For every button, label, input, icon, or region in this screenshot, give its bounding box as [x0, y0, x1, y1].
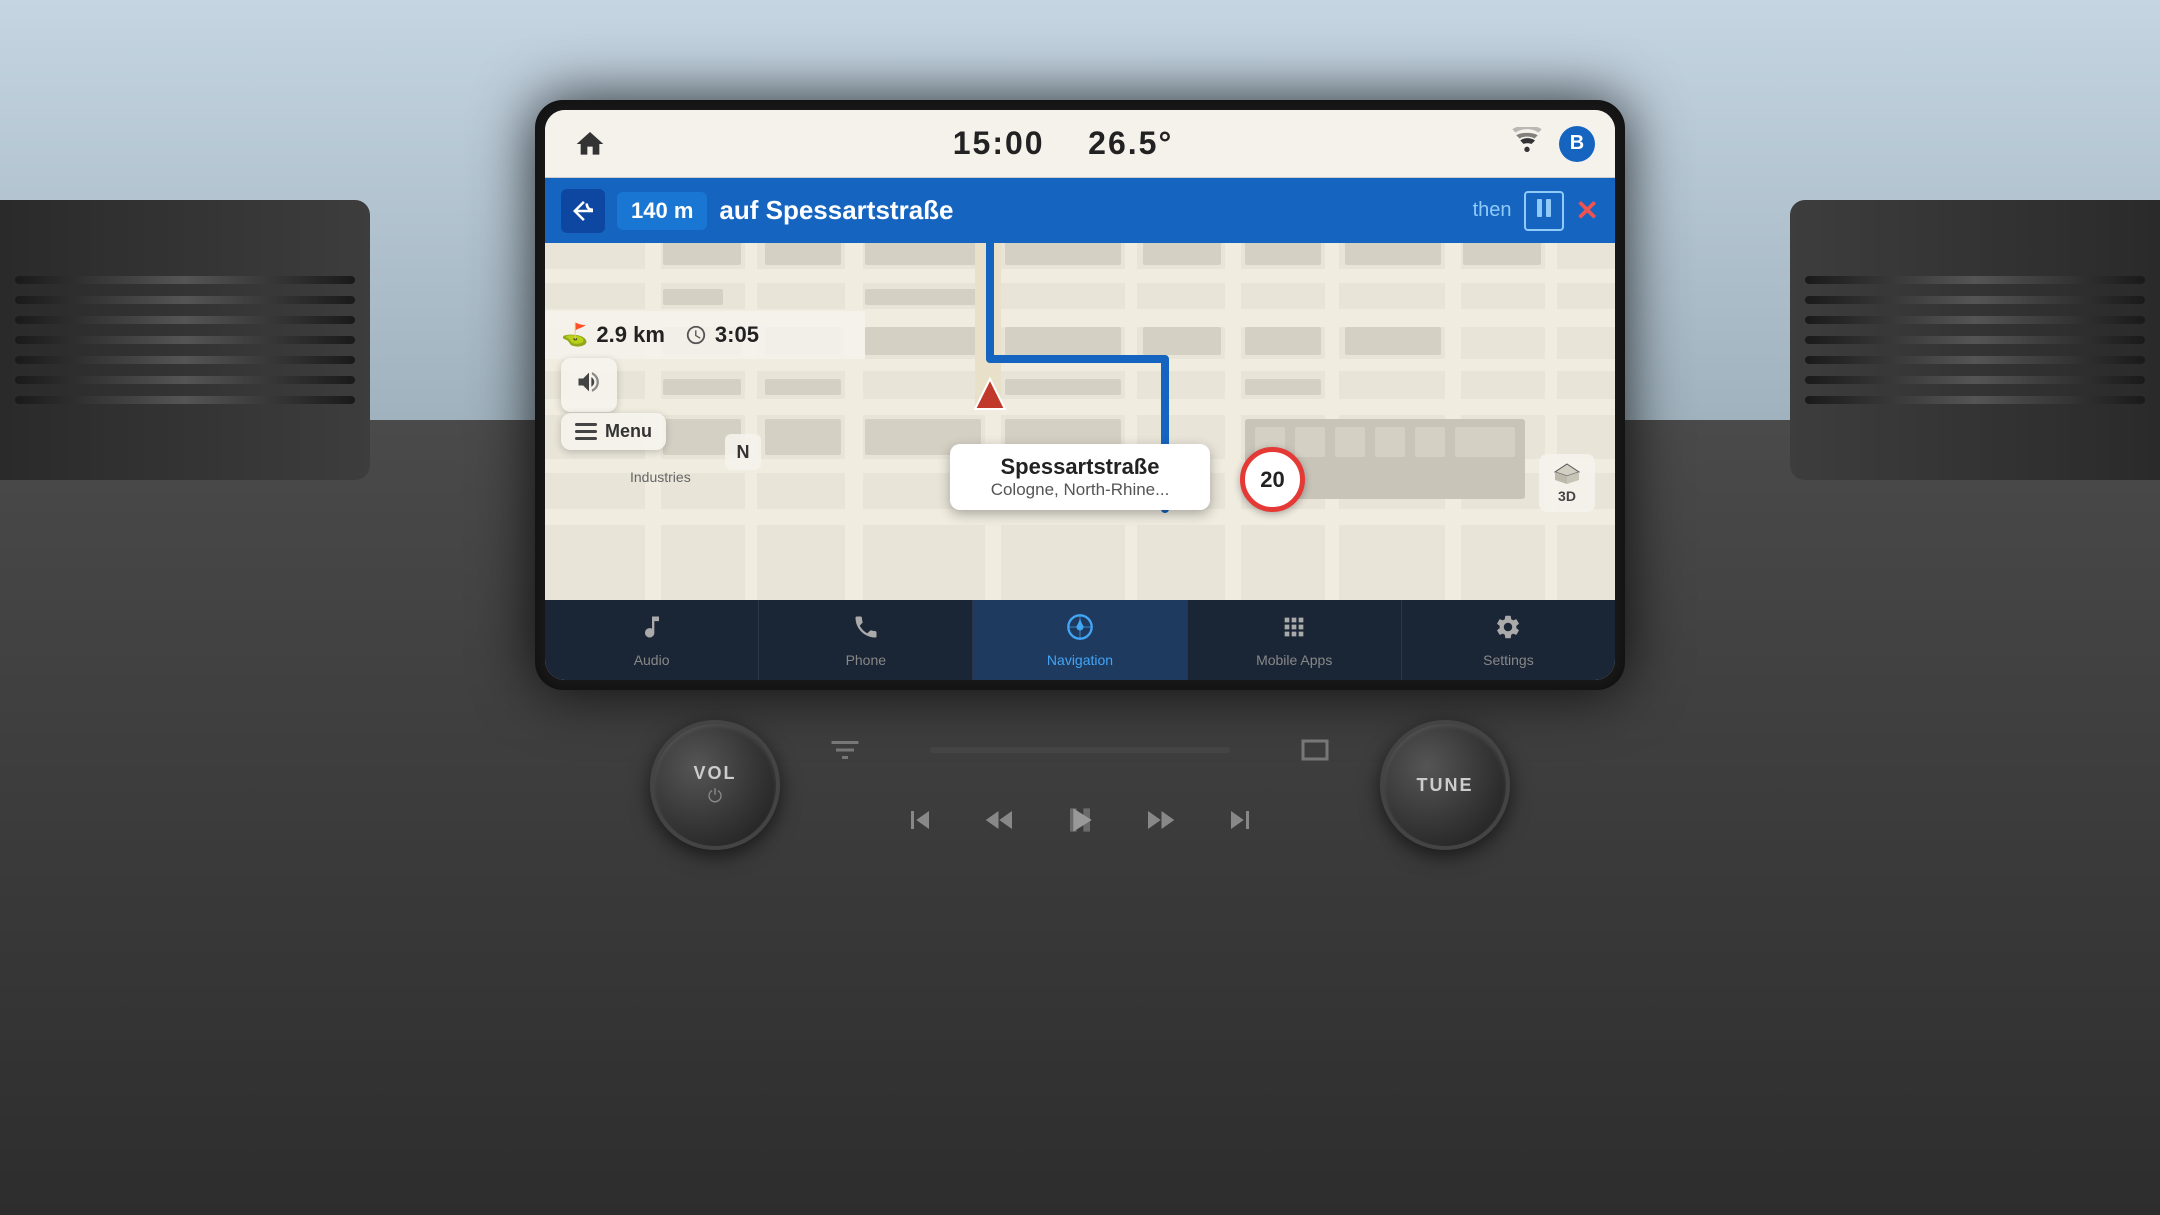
- rewind-button[interactable]: [975, 795, 1025, 845]
- vent-line: [1805, 396, 2145, 404]
- volume-button[interactable]: [561, 358, 617, 412]
- vent-line: [15, 336, 355, 344]
- home-button[interactable]: [565, 119, 615, 169]
- current-time: 15:00: [953, 125, 1045, 161]
- nav-item-phone[interactable]: Phone: [759, 600, 973, 680]
- nav-item-settings[interactable]: Settings: [1402, 600, 1615, 680]
- vent-line: [1805, 336, 2145, 344]
- right-vent: [1790, 200, 2160, 480]
- menu-button[interactable]: Menu: [561, 413, 666, 450]
- mobile-apps-label: Mobile Apps: [1256, 652, 1332, 668]
- infotainment-screen: 15:00 26.5° B: [545, 110, 1615, 680]
- checkered-flag-icon: ⛳: [561, 322, 588, 348]
- bottom-nav-bar: Audio Phone: [545, 600, 1615, 680]
- vent-line: [15, 396, 355, 404]
- equalizer-button[interactable]: [820, 725, 870, 775]
- settings-icon: [1494, 613, 1522, 648]
- speed-limit-value: 20: [1260, 467, 1284, 493]
- nav-item-mobile-apps[interactable]: Mobile Apps: [1188, 600, 1402, 680]
- phone-icon: [852, 613, 880, 648]
- speed-limit-sign: 20: [1240, 447, 1305, 512]
- vent-line: [15, 376, 355, 384]
- vent-line: [1805, 296, 2145, 304]
- location-banner: Spessartstraße Cologne, North-Rhine...: [950, 444, 1210, 510]
- map-label-industries: Industries: [630, 469, 691, 485]
- turn-direction-icon: [561, 189, 605, 233]
- vent-line: [15, 316, 355, 324]
- mobile-apps-icon: [1280, 613, 1308, 648]
- settings-label: Settings: [1483, 652, 1534, 668]
- navigation-label: Navigation: [1047, 652, 1113, 668]
- media-section: [820, 725, 1340, 845]
- next-turn-icon: [1524, 191, 1564, 231]
- header-icons: B: [1511, 126, 1595, 162]
- audio-label: Audio: [634, 652, 670, 668]
- vent-line: [15, 276, 355, 284]
- 3d-view-button[interactable]: 3D: [1539, 454, 1595, 512]
- tune-label: TUNE: [1417, 775, 1474, 796]
- location-city-name: Cologne, North-Rhine...: [970, 480, 1190, 500]
- vol-label: VOL: [693, 763, 736, 784]
- physical-controls: VOL ⏻: [380, 720, 1780, 850]
- north-indicator: N: [725, 434, 761, 470]
- playback-controls: [895, 795, 1265, 845]
- nav-item-navigation[interactable]: Navigation: [973, 600, 1187, 680]
- route-time: 3:05: [685, 322, 759, 348]
- bluetooth-icon: B: [1559, 126, 1595, 162]
- screen-toggle-button[interactable]: [1290, 725, 1340, 775]
- then-label: then: [1473, 199, 1512, 222]
- vent-line: [1805, 276, 2145, 284]
- vent-line: [15, 356, 355, 364]
- next-track-button[interactable]: [1215, 795, 1265, 845]
- volume-knob[interactable]: VOL ⏻: [650, 720, 780, 850]
- route-info-bar: ⛳ 2.9 km 3:05: [545, 311, 865, 359]
- left-vent: [0, 200, 370, 480]
- close-navigation-button[interactable]: ✕: [1576, 194, 1599, 227]
- route-distance: ⛳ 2.9 km: [561, 322, 665, 348]
- vent-line: [1805, 376, 2145, 384]
- navigation-icon: [1066, 613, 1094, 648]
- nav-item-audio[interactable]: Audio: [545, 600, 759, 680]
- turn-distance: 140 m: [617, 192, 707, 230]
- dashboard: 15:00 26.5° B: [0, 0, 2160, 1215]
- turn-street-name: auf Spessartstraße: [719, 195, 1460, 226]
- wifi-icon: [1511, 127, 1543, 160]
- divider: [930, 747, 1230, 753]
- vent-line: [15, 296, 355, 304]
- screen-container: 15:00 26.5° B: [535, 100, 1625, 690]
- menu-label: Menu: [605, 421, 652, 442]
- header-bar: 15:00 26.5° B: [545, 110, 1615, 178]
- header-time-temp: 15:00 26.5°: [615, 125, 1511, 162]
- power-icon: ⏻: [708, 786, 722, 807]
- vent-line: [1805, 356, 2145, 364]
- tune-knob[interactable]: TUNE: [1380, 720, 1510, 850]
- 3d-label: 3D: [1558, 488, 1576, 504]
- play-pause-button[interactable]: [1055, 795, 1105, 845]
- audio-icon: [638, 613, 666, 648]
- previous-track-button[interactable]: [895, 795, 945, 845]
- phone-label: Phone: [846, 652, 886, 668]
- temperature: 26.5°: [1088, 125, 1173, 161]
- location-street-name: Spessartstraße: [970, 454, 1190, 480]
- fast-forward-button[interactable]: [1135, 795, 1185, 845]
- top-controls: [820, 725, 1340, 775]
- vent-line: [1805, 316, 2145, 324]
- nav-turn-bar: 140 m auf Spessartstraße then ✕: [545, 178, 1615, 243]
